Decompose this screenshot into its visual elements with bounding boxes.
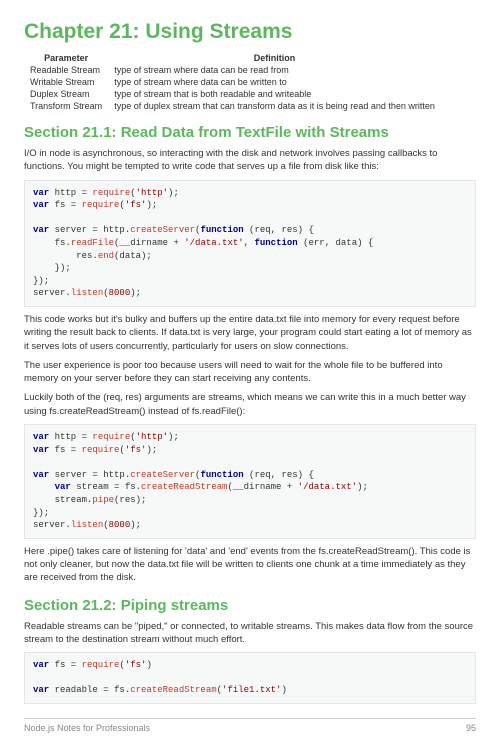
parameter-table: ParameterDefinition Readable Streamtype … (24, 52, 441, 112)
paragraph: Luckily both of the (req, res) arguments… (24, 391, 476, 418)
paragraph: I/O in node is asynchronous, so interact… (24, 147, 476, 174)
chapter-title: Chapter 21: Using Streams (24, 20, 476, 44)
code-block: var http = require('http'); var fs = req… (24, 180, 476, 307)
paragraph: The user experience is poor too because … (24, 359, 476, 386)
section-title: Section 21.2: Piping streams (24, 597, 476, 614)
table-row: Readable Streamtype of stream where data… (24, 64, 441, 76)
footer-left: Node.js Notes for Professionals (24, 723, 150, 733)
code-block: var fs = require('fs') var readable = fs… (24, 652, 476, 704)
code-block: var http = require('http'); var fs = req… (24, 424, 476, 539)
page-footer: Node.js Notes for Professionals 95 (24, 718, 476, 733)
page-number: 95 (466, 723, 476, 733)
section-title: Section 21.1: Read Data from TextFile wi… (24, 124, 476, 141)
table-row: Duplex Streamtype of stream that is both… (24, 88, 441, 100)
table-row: Writable Streamtype of stream where data… (24, 76, 441, 88)
th-param: Parameter (24, 52, 108, 64)
paragraph: This code works but it's bulky and buffe… (24, 313, 476, 353)
table-row: Transform Streamtype of duplex stream th… (24, 100, 441, 112)
paragraph: Here .pipe() takes care of listening for… (24, 545, 476, 585)
paragraph: Readable streams can be "piped," or conn… (24, 620, 476, 647)
th-def: Definition (108, 52, 441, 64)
